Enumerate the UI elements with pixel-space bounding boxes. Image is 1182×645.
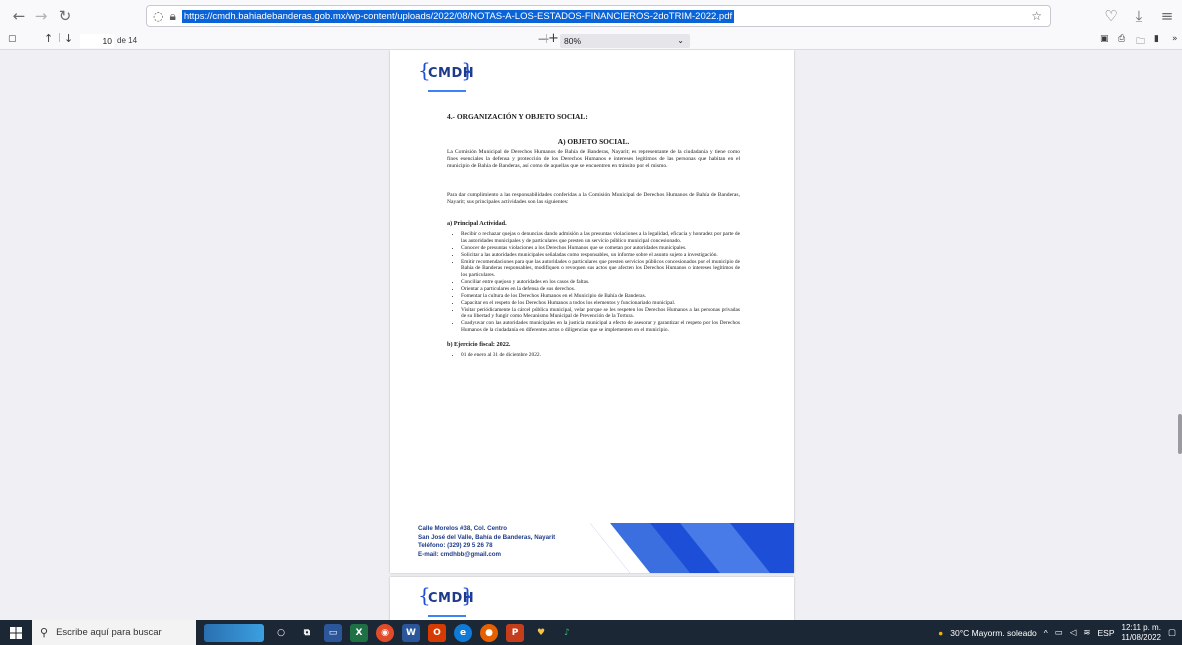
sidebar-toggle-icon[interactable]: ▢ [8,34,17,44]
tools-icon[interactable]: » [1172,34,1178,44]
file-explorer-icon[interactable]: ▭ [324,623,342,642]
page-number-input[interactable] [80,34,114,48]
principal-activity-heading: a) Principal Actividad. [447,220,507,228]
sticky-notes-icon[interactable]: ♥ [532,624,550,642]
clock[interactable]: 12:11 p. m. 11/08/2022 [1122,623,1161,643]
list-item: Recibir o rechazar quejas o denuncias da… [461,231,740,244]
zoom-select[interactable]: 80% ⌄ [560,34,690,48]
chevron-down-icon: ⌄ [677,36,684,45]
powerpoint-icon[interactable]: P [506,623,524,642]
laurel-right-icon: } [461,58,474,82]
search-icon: ⚲ [40,626,49,639]
url-bar[interactable]: ◌ 🔒︎ https://cmdh.bahiadebanderas.gob.mx… [146,5,1051,27]
list-item: Emitir recomendaciones para que las auto… [461,259,740,279]
task-view-icon[interactable]: ⧉ [298,624,316,642]
pdf-page: { CMDH } [390,577,794,620]
list-item: Conocer de presuntas violaciones a los D… [461,245,740,252]
chrome-icon[interactable]: ◉ [376,623,394,642]
search-placeholder: Escribe aquí para buscar [56,627,162,638]
weather-sun-icon[interactable]: ● [938,628,943,638]
pdf-toolbar: ▢ ↑ | ↓ de 14 — | + 80% ⌄ ▣ ⎙ 🗀︎ ▮ » [0,31,1182,50]
separator: | [58,33,62,43]
cortana-icon[interactable]: ○ [272,624,290,642]
forward-arrow-icon[interactable]: → [30,5,52,27]
previous-page-icon[interactable]: ↑ [44,32,53,45]
chevron-up-icon[interactable]: ^ [1044,628,1048,638]
paragraph-2: Para dar cumplimiento a las responsabili… [447,191,740,205]
pocket-icon[interactable]: ♡ [1100,5,1122,27]
office-icon[interactable]: O [428,623,446,642]
reload-icon[interactable]: ↻ [54,5,76,27]
app-icon[interactable]: ♪ [558,624,576,642]
activities-list: Recibir o rechazar quejas o denuncias da… [447,231,740,333]
firefox-icon[interactable]: ● [480,623,498,642]
document-body: 4.- ORGANIZACIÓN Y OBJETO SOCIAL: A) OBJ… [447,112,740,359]
taskbar: ⚲ Escribe aquí para buscar ○ ⧉ ▭ X ◉ W O… [0,620,1182,645]
list-item: Solicitar a las autoridades municipales … [461,252,740,259]
list-item: Orientar a particulares en la defensa de… [461,286,740,293]
fiscal-list: 01 de enero al 31 de diciembre 2022. [447,352,740,359]
url-text[interactable]: https://cmdh.bahiadebanderas.gob.mx/wp-c… [181,9,735,23]
menu-icon[interactable]: ≡ [1156,5,1178,27]
list-item: Coadyuvar con las autoridades municipale… [461,320,740,333]
pdf-page: { CMDH } 4.- ORGANIZACIÓN Y OBJETO SOCIA… [390,50,794,573]
subheading: A) OBJETO SOCIAL. [557,137,630,146]
logo-ribbon [428,82,466,92]
presentation-mode-icon[interactable]: ▣ [1100,34,1109,44]
scrollbar-thumb[interactable] [1178,414,1182,454]
windows-icon [10,626,22,639]
bookmark-icon[interactable]: ▮ [1154,34,1159,44]
print-icon[interactable]: ⎙ [1118,34,1125,44]
page-total: de 14 [117,36,138,45]
bookmark-star-icon[interactable]: ☆ [1031,9,1042,23]
footer-address: Calle Morelos #38, Col. Centro [418,525,508,532]
weather-text[interactable]: 30°C Mayorm. soleado [950,628,1037,638]
edge-icon[interactable]: e [454,623,472,642]
logo-ribbon [428,607,466,617]
notification-icon[interactable]: ▢ [1168,627,1176,638]
lock-icon: 🔒︎ [169,8,176,23]
system-tray: ● 30°C Mayorm. soleado ^ ▭ ◁ ≋ ESP 12:11… [938,620,1176,645]
list-item: Capacitar en el respeto de los Derechos … [461,300,740,307]
taskbar-apps: ○ ⧉ ▭ X ◉ W O e ● P ♥ ♪ [204,623,576,642]
footer-decoration [590,523,794,573]
section-heading: 4.- ORGANIZACIÓN Y OBJETO SOCIAL: [447,112,588,121]
back-arrow-icon[interactable]: ← [8,5,30,27]
footer-phone: Teléfono: (329) 29 5 26 78 [418,542,493,550]
downloads-icon[interactable]: ⤓ [1128,5,1150,27]
volume-icon[interactable]: ◁ [1070,627,1077,638]
next-page-icon[interactable]: ↓ [64,32,73,45]
list-item: 01 de enero al 31 de diciembre 2022. [461,352,740,359]
browser-navbar: ← → ↻ ◌ 🔒︎ https://cmdh.bahiadebanderas.… [0,0,1182,32]
network-icon[interactable]: ≋ [1083,627,1090,638]
start-button[interactable] [0,620,32,645]
excel-icon[interactable]: X [350,623,368,642]
zoom-in-button[interactable]: + [548,31,559,46]
list-item: Conciliar entre quejoso y autoridades en… [461,279,740,286]
browser-right-tools: ♡ ⤓ ≡ [1100,5,1178,27]
list-item: Fomentar la cultura de los Derechos Huma… [461,293,740,300]
word-icon[interactable]: W [402,623,420,642]
weather-banner-icon[interactable] [204,623,264,642]
pdf-viewer[interactable]: { CMDH } 4.- ORGANIZACIÓN Y OBJETO SOCIA… [0,50,1182,620]
footer-contact: Calle Morelos #38, Col. Centro San José … [418,525,555,559]
taskbar-search[interactable]: ⚲ Escribe aquí para buscar [32,620,196,645]
clock-time: 12:11 p. m. [1121,622,1161,632]
list-item: Visitar periódicamente la cárcel pública… [461,307,740,320]
footer-email: E-mail: cmdhbb@gmail.com [418,550,502,558]
paragraph-1: La Comisión Municipal de Derechos Humano… [447,149,740,170]
language-indicator[interactable]: ESP [1098,628,1115,638]
cmdh-logo: { CMDH } [414,56,476,102]
fiscal-heading: b) Ejercicio fiscal: 2022. [447,341,511,349]
clock-date: 11/08/2022 [1121,632,1161,642]
battery-icon[interactable]: ▭ [1055,627,1063,638]
zoom-value: 80% [564,36,582,46]
save-icon[interactable]: 🗀︎ [1136,34,1145,50]
cmdh-logo: { CMDH } [414,581,476,620]
shield-icon: ◌ [153,9,164,23]
footer-city: San José del Valle, Bahía de Banderas, N… [418,533,556,541]
laurel-right-icon: } [461,583,474,607]
